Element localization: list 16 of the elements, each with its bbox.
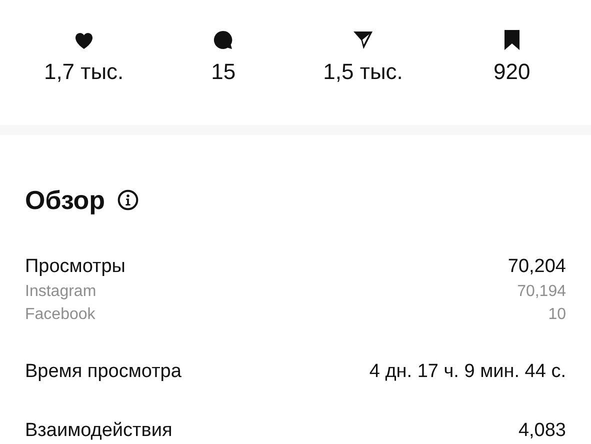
section-title: Обзор <box>25 184 105 216</box>
source-label: Facebook <box>25 305 96 325</box>
stat-count: 920 <box>494 58 530 86</box>
metric-label: Просмотры <box>25 255 126 279</box>
stat-count: 1,7 тыс. <box>44 58 124 86</box>
stat-count: 15 <box>211 58 236 86</box>
source-value: 70,194 <box>517 282 566 302</box>
info-icon[interactable] <box>116 189 139 211</box>
stat-count: 1,5 тыс. <box>323 58 403 86</box>
source-label: Instagram <box>25 282 96 302</box>
source-value: 10 <box>548 305 566 325</box>
metric-value: 70,204 <box>508 255 566 279</box>
metric-label: Взаимодействия <box>25 419 172 443</box>
metric-label: Время просмотра <box>25 360 182 384</box>
metric-value: 4,083 <box>518 419 566 443</box>
metric-value: 4 дн. 17 ч. 9 мин. 44 с. <box>369 360 566 384</box>
